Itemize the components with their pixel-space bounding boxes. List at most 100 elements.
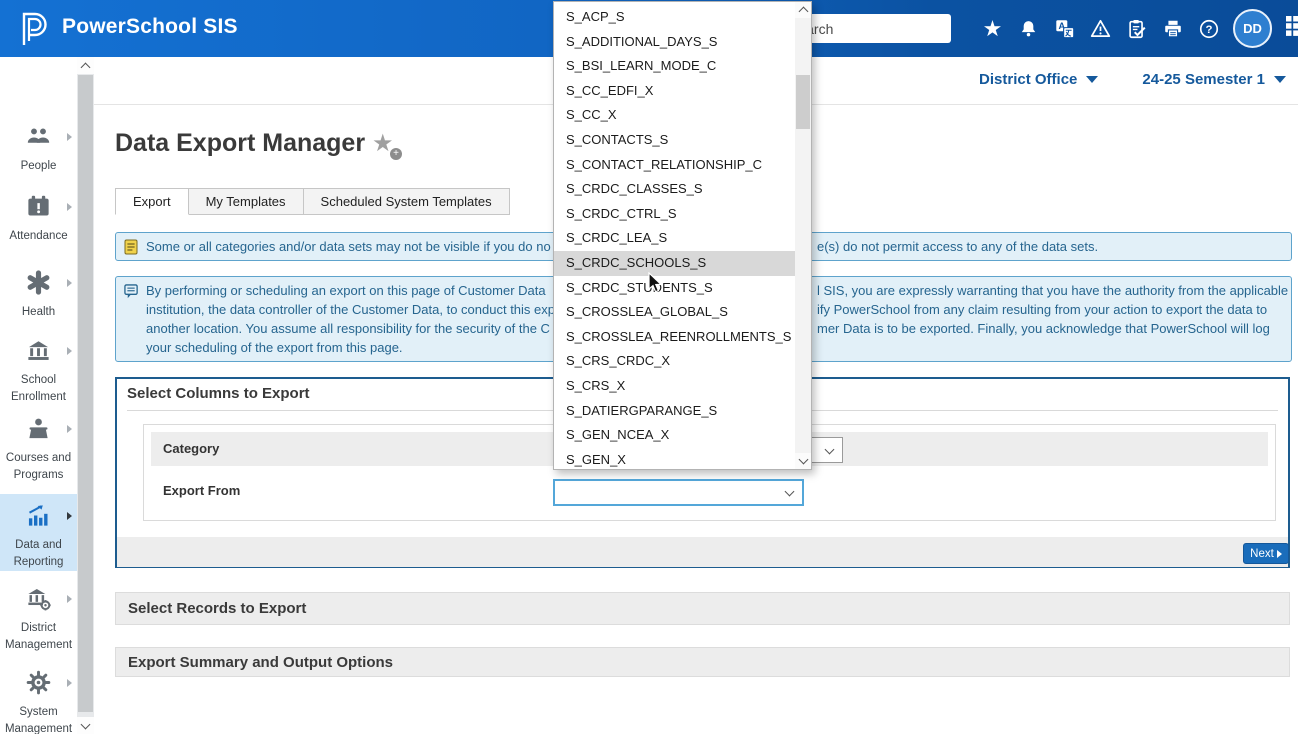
list-item-highlighted[interactable]: S_CRDC_SCHOOLS_S bbox=[554, 251, 795, 276]
dropdown-options: S_ACP_S S_ADDITIONAL_DAYS_S S_BSI_LEARN_… bbox=[554, 5, 795, 472]
list-item[interactable]: S_CONTACTS_S bbox=[554, 128, 795, 153]
list-item[interactable]: S_CRDC_CTRL_S bbox=[554, 202, 795, 227]
attendance-icon bbox=[25, 193, 52, 220]
school-selector[interactable]: District Office bbox=[979, 71, 1098, 88]
list-item[interactable]: S_CRDC_STUDENTS_S bbox=[554, 276, 795, 301]
sidebar-item-label: District Management bbox=[0, 620, 77, 653]
svg-text:?: ? bbox=[1205, 24, 1212, 36]
disclaimer-line: another location. You assume all respons… bbox=[146, 321, 550, 336]
sidebar-item-health[interactable]: Health bbox=[0, 269, 77, 321]
tab-scheduled-system-templates[interactable]: Scheduled System Templates bbox=[304, 188, 510, 215]
term-selector-label: 24-25 Semester 1 bbox=[1142, 71, 1265, 88]
list-item[interactable]: S_CRS_CRDC_X bbox=[554, 349, 795, 374]
tab-my-templates[interactable]: My Templates bbox=[189, 188, 304, 215]
sidebar-item-label: Health bbox=[0, 304, 77, 321]
note-icon bbox=[124, 239, 138, 255]
print-icon[interactable] bbox=[1161, 17, 1184, 40]
caret-down-icon bbox=[1274, 76, 1286, 83]
chevron-right-icon bbox=[67, 133, 72, 141]
section-title: Select Records to Export bbox=[128, 600, 306, 617]
powerschool-logo-icon[interactable] bbox=[13, 9, 53, 49]
disclaimer-line: By performing or scheduling an export on… bbox=[146, 283, 546, 298]
context-bar: District Office 24-25 Semester 1 bbox=[979, 71, 1286, 88]
disclaimer-line: ify PowerSchool from any claim resulting… bbox=[817, 302, 1267, 317]
disclaimer-line: your scheduling of the export from this … bbox=[146, 340, 403, 355]
list-item[interactable]: S_CROSSLEA_GLOBAL_S bbox=[554, 300, 795, 325]
list-item[interactable]: S_CONTACT_RELATIONSHIP_C bbox=[554, 153, 795, 178]
notice-text-right: e(s) do not permit access to any of the … bbox=[817, 239, 1098, 254]
select-records-section-header[interactable]: Select Records to Export bbox=[115, 592, 1290, 625]
scrollbar-thumb[interactable] bbox=[78, 75, 93, 712]
disclaimer-line: institution, the data controller of the … bbox=[146, 302, 555, 317]
system-management-icon bbox=[25, 669, 52, 696]
health-icon bbox=[25, 269, 52, 296]
chevron-right-icon bbox=[67, 512, 72, 520]
add-to-favorites-button[interactable]: ★ + bbox=[372, 132, 402, 160]
chevron-right-icon bbox=[67, 347, 72, 355]
sidebar-nav: People Attendance Health School Enrollme… bbox=[0, 57, 78, 734]
export-summary-section-header[interactable]: Export Summary and Output Options bbox=[115, 647, 1290, 677]
panel-footer bbox=[117, 537, 1288, 567]
disclaimer-line: mer Data is to be exported. Finally, you… bbox=[817, 321, 1270, 336]
caret-down-icon bbox=[1086, 76, 1098, 83]
sidebar-item-people[interactable]: People bbox=[0, 123, 77, 175]
chevron-right-icon bbox=[67, 279, 72, 287]
sidebar-item-courses[interactable]: Courses and Programs bbox=[0, 415, 77, 483]
apps-grid-icon[interactable] bbox=[1285, 15, 1298, 42]
sidebar-item-label: People bbox=[0, 158, 77, 175]
list-item[interactable]: S_CROSSLEA_REENROLLMENTS_S bbox=[554, 325, 795, 350]
sidebar-item-data-and-reporting[interactable]: Data and Reporting bbox=[0, 502, 77, 570]
list-item[interactable]: S_CRDC_CLASSES_S bbox=[554, 177, 795, 202]
tab-bar: Export My Templates Scheduled System Tem… bbox=[115, 188, 510, 215]
export-from-dropdown-list: S_ACP_S S_ADDITIONAL_DAYS_S S_BSI_LEARN_… bbox=[553, 1, 812, 470]
dropdown-scrollbar[interactable] bbox=[795, 2, 811, 469]
scroll-up-button[interactable] bbox=[77, 57, 94, 74]
list-item[interactable]: S_GEN_X bbox=[554, 448, 795, 473]
scroll-down-button[interactable] bbox=[77, 717, 94, 734]
help-icon[interactable]: ? bbox=[1197, 17, 1220, 40]
list-item[interactable]: S_BSI_LEARN_MODE_C bbox=[554, 54, 795, 79]
data-reporting-icon bbox=[25, 502, 52, 529]
page-scrollbar[interactable] bbox=[77, 57, 94, 734]
alerts-warning-icon[interactable] bbox=[1089, 17, 1112, 40]
notice-text-left: Some or all categories and/or data sets … bbox=[146, 239, 551, 254]
scrollbar-thumb[interactable] bbox=[796, 75, 810, 129]
export-from-label: Export From bbox=[163, 483, 240, 498]
list-item[interactable]: S_CC_X bbox=[554, 103, 795, 128]
chevron-right-icon bbox=[67, 203, 72, 211]
app-window: PowerSchool SIS ★ A bbox=[0, 0, 1298, 734]
sidebar-item-school-enrollment[interactable]: School Enrollment bbox=[0, 337, 77, 405]
translate-icon[interactable]: A bbox=[1053, 17, 1076, 40]
mouse-cursor bbox=[647, 272, 665, 294]
sidebar-item-attendance[interactable]: Attendance bbox=[0, 193, 77, 245]
sidebar-item-system-management[interactable]: System Management bbox=[0, 669, 77, 734]
speech-bubble-icon bbox=[124, 284, 139, 299]
favorites-star-icon[interactable]: ★ bbox=[981, 17, 1004, 40]
list-item[interactable]: S_CRS_X bbox=[554, 374, 795, 399]
sidebar-item-label: Courses and Programs bbox=[0, 450, 77, 483]
list-item[interactable]: S_GEN_NCEA_X bbox=[554, 423, 795, 448]
sidebar-item-label: Data and Reporting bbox=[0, 537, 77, 570]
next-button-label: Next bbox=[1250, 548, 1274, 560]
chevron-right-icon bbox=[67, 595, 72, 603]
people-icon bbox=[25, 123, 52, 150]
user-avatar[interactable]: DD bbox=[1233, 9, 1272, 48]
export-from-select[interactable] bbox=[553, 479, 804, 506]
plus-badge-icon: + bbox=[390, 148, 402, 160]
sidebar-item-district-management[interactable]: District Management bbox=[0, 585, 77, 653]
next-button[interactable]: Next bbox=[1243, 543, 1289, 564]
list-item[interactable]: S_DATIERGPARANGE_S bbox=[554, 399, 795, 424]
tab-export[interactable]: Export bbox=[115, 188, 189, 215]
scroll-down-button[interactable] bbox=[795, 453, 811, 469]
list-item[interactable]: S_ADDITIONAL_DAYS_S bbox=[554, 30, 795, 55]
report-clipboard-icon[interactable] bbox=[1125, 17, 1148, 40]
app-title: PowerSchool SIS bbox=[62, 15, 238, 39]
sidebar-item-label: Attendance bbox=[0, 228, 77, 245]
term-selector[interactable]: 24-25 Semester 1 bbox=[1142, 71, 1286, 88]
list-item[interactable]: S_CRDC_LEA_S bbox=[554, 226, 795, 251]
notifications-bell-icon[interactable] bbox=[1017, 17, 1040, 40]
list-item[interactable]: S_CC_EDFI_X bbox=[554, 79, 795, 104]
school-selector-label: District Office bbox=[979, 71, 1077, 88]
list-item[interactable]: S_ACP_S bbox=[554, 5, 795, 30]
scroll-up-button[interactable] bbox=[795, 2, 811, 18]
